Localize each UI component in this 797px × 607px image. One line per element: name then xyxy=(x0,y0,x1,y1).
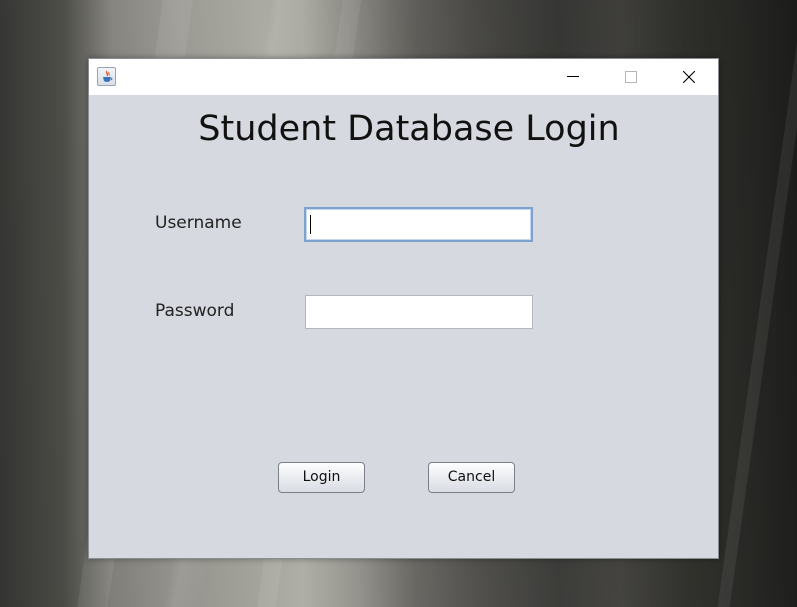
page-title: Student Database Login xyxy=(198,109,620,149)
cancel-button[interactable]: Cancel xyxy=(428,462,515,493)
close-icon xyxy=(683,71,695,83)
maximize-button[interactable] xyxy=(602,59,660,95)
password-label: Password xyxy=(155,301,235,321)
wallpaper-streak xyxy=(714,0,797,607)
minimize-button[interactable] xyxy=(544,59,602,95)
java-cup-icon[interactable] xyxy=(97,67,116,86)
password-input[interactable] xyxy=(305,295,533,329)
minimize-icon xyxy=(567,76,579,77)
login-button[interactable]: Login xyxy=(278,462,365,493)
text-caret xyxy=(310,215,311,234)
window-titlebar[interactable] xyxy=(89,59,718,95)
username-label: Username xyxy=(155,213,242,233)
maximize-icon xyxy=(625,71,637,83)
username-input[interactable] xyxy=(304,207,533,242)
login-form: Student Database Login Username Password… xyxy=(89,95,718,558)
java-cup-icon-glyph xyxy=(103,70,113,82)
login-window: Student Database Login Username Password… xyxy=(88,58,719,559)
close-button[interactable] xyxy=(660,59,718,95)
